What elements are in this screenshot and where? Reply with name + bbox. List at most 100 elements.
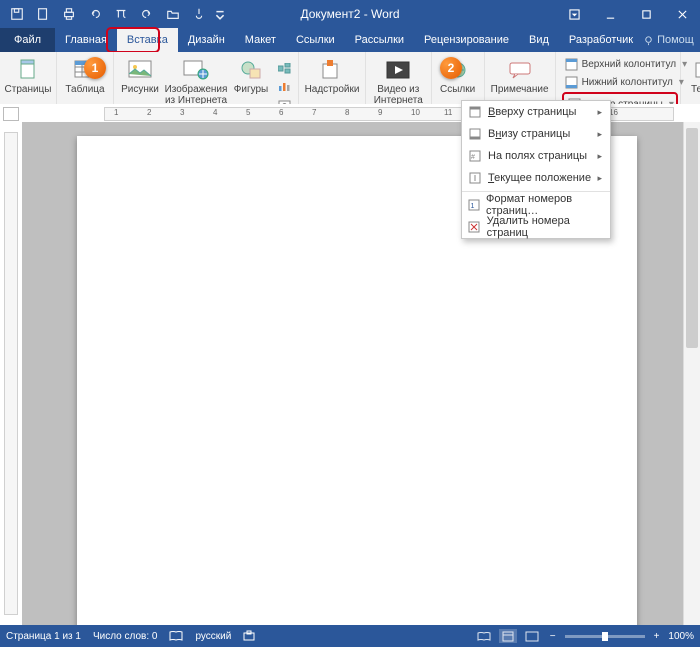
- menu-top-of-page[interactable]: Вверху страницы ▸: [462, 101, 610, 123]
- smartart-button[interactable]: [274, 60, 294, 77]
- new-doc-icon[interactable]: [32, 3, 54, 25]
- tab-file[interactable]: Файл: [0, 28, 55, 52]
- menu-remove-page-numbers[interactable]: Удалить номера страниц: [462, 216, 610, 238]
- redo-icon[interactable]: [136, 3, 158, 25]
- menu-page-margins[interactable]: # На полях страницы ▸: [462, 145, 610, 167]
- zoom-slider[interactable]: [565, 635, 645, 638]
- page-bottom-icon: [468, 127, 482, 141]
- zoom-slider-thumb[interactable]: [602, 632, 608, 641]
- window-controls: [556, 0, 700, 28]
- touchmode-icon[interactable]: [188, 3, 210, 25]
- save-icon[interactable]: [6, 3, 28, 25]
- current-pos-icon: [468, 171, 482, 185]
- chevron-right-icon: ▸: [597, 107, 602, 118]
- menu-bottom-label: Внизу страницы: [488, 128, 570, 140]
- menu-format-label: Формат номеров страниц…: [486, 193, 602, 217]
- page-number-menu: Вверху страницы ▸ Внизу страницы ▸ # На …: [461, 100, 611, 239]
- chevron-right-icon: ▸: [597, 129, 602, 140]
- macro-icon: [243, 630, 255, 642]
- header-icon: [565, 58, 578, 72]
- quick-access-toolbar: [0, 3, 232, 25]
- tab-review[interactable]: Рецензирование: [414, 28, 519, 52]
- tab-design[interactable]: Дизайн: [178, 28, 235, 52]
- zoom-in-button[interactable]: +: [651, 631, 663, 642]
- pi-icon[interactable]: [110, 3, 132, 25]
- status-bar: Страница 1 из 1 Число слов: 0 русский − …: [0, 625, 700, 647]
- minimize-button[interactable]: [592, 0, 628, 28]
- tell-me[interactable]: Помощ: [643, 34, 694, 46]
- zoom-level[interactable]: 100%: [668, 631, 694, 642]
- textbox-icon: A: [690, 58, 700, 82]
- online-pictures-icon: [182, 58, 210, 82]
- menu-separator: [462, 191, 610, 192]
- status-language[interactable]: русский: [195, 631, 231, 642]
- status-page[interactable]: Страница 1 из 1: [6, 631, 81, 642]
- status-word-count[interactable]: Число слов: 0: [93, 631, 157, 642]
- text-button[interactable]: A Текст: [685, 54, 700, 95]
- links-label: Ссылки: [440, 84, 475, 95]
- pictures-button[interactable]: Рисунки: [118, 54, 162, 95]
- video-icon: [384, 58, 412, 82]
- menu-bottom-of-page[interactable]: Внизу страницы ▸: [462, 123, 610, 145]
- footer-label: Нижний колонтитул: [582, 77, 673, 88]
- pictures-label: Рисунки: [121, 84, 159, 95]
- menu-current-label: Текущее положение: [488, 172, 591, 184]
- tab-home[interactable]: Главная: [55, 28, 117, 52]
- tab-layout[interactable]: Макет: [235, 28, 286, 52]
- chevron-right-icon: ▸: [597, 173, 602, 184]
- tab-view[interactable]: Вид: [519, 28, 559, 52]
- tell-me-label: Помощ: [657, 34, 694, 46]
- table-label: Таблица: [65, 84, 104, 95]
- scrollbar-thumb[interactable]: [686, 128, 698, 348]
- pages-button[interactable]: Страницы: [4, 54, 52, 95]
- page-icon: [14, 58, 42, 82]
- zoom-out-button[interactable]: −: [547, 631, 559, 642]
- addins-icon: [318, 58, 346, 82]
- tabstop-selector[interactable]: [3, 107, 19, 121]
- undo-icon[interactable]: [84, 3, 106, 25]
- chart-button[interactable]: [274, 78, 294, 95]
- addins-button[interactable]: Надстройки: [303, 54, 361, 95]
- svg-text:#: #: [471, 154, 475, 161]
- page-top-icon: [468, 105, 482, 119]
- status-spellcheck[interactable]: [169, 630, 183, 642]
- menu-top-label: Вверху страницы: [488, 106, 576, 118]
- footer-button[interactable]: Нижний колонтитул▾: [562, 74, 678, 91]
- ribbon-options-icon[interactable]: [556, 0, 592, 28]
- tab-insert[interactable]: Вставка: [117, 28, 178, 52]
- online-video-button[interactable]: Видео изИнтернета: [370, 54, 426, 106]
- remove-icon: [468, 220, 481, 234]
- menu-current-position[interactable]: Текущее положение ▸: [462, 167, 610, 189]
- shapes-label: Фигуры: [234, 84, 268, 95]
- comment-button[interactable]: Примечание: [489, 54, 551, 95]
- vertical-ruler[interactable]: [0, 122, 23, 625]
- close-button[interactable]: [664, 0, 700, 28]
- vertical-scrollbar[interactable]: [683, 122, 700, 625]
- tab-mailings[interactable]: Рассылки: [345, 28, 414, 52]
- view-read-mode[interactable]: [475, 629, 493, 643]
- book-icon: [169, 630, 183, 642]
- menu-format-page-numbers[interactable]: 1 Формат номеров страниц…: [462, 194, 610, 216]
- tab-references[interactable]: Ссылки: [286, 28, 345, 52]
- view-print-layout[interactable]: [499, 629, 517, 643]
- text-label: Текст: [691, 84, 700, 95]
- qat-dropdown-icon[interactable]: [214, 3, 226, 25]
- view-web-layout[interactable]: [523, 629, 541, 643]
- maximize-button[interactable]: [628, 0, 664, 28]
- online-pictures-label: Изображенияиз Интернета: [165, 84, 228, 106]
- shapes-button[interactable]: Фигуры: [230, 54, 272, 95]
- online-pictures-button[interactable]: Изображенияиз Интернета: [164, 54, 228, 106]
- video-label: Видео изИнтернета: [374, 84, 423, 106]
- quick-print-icon[interactable]: [58, 3, 80, 25]
- status-macro[interactable]: [243, 630, 255, 642]
- pages-label: Страницы: [5, 84, 52, 95]
- page-margins-icon: #: [468, 149, 482, 163]
- header-button[interactable]: Верхний колонтитул▾: [562, 56, 678, 73]
- chart-icon: [277, 80, 291, 94]
- open-icon[interactable]: [162, 3, 184, 25]
- pictures-icon: [126, 58, 154, 82]
- bulb-icon: [643, 35, 654, 46]
- tab-developer[interactable]: Разработчик: [559, 28, 643, 52]
- header-label: Верхний колонтитул: [582, 59, 677, 70]
- ribbon-tabs: Файл Главная Вставка Дизайн Макет Ссылки…: [0, 28, 700, 52]
